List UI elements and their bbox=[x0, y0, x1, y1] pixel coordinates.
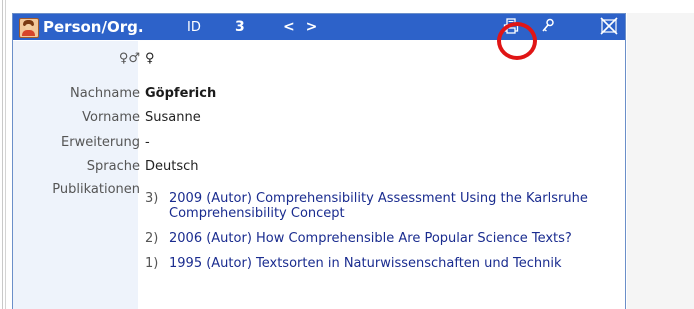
record-nav-arrows[interactable]: < > bbox=[283, 19, 320, 35]
publication-number: 2) bbox=[145, 231, 159, 246]
publication-item[interactable]: 3) 2009 (Autor) Comprehensibility Assess… bbox=[145, 191, 615, 221]
label-column bbox=[13, 41, 138, 309]
nachname-value: Göpferich bbox=[145, 86, 217, 101]
sprache-label: Sprache bbox=[86, 159, 140, 174]
person-avatar-icon bbox=[19, 18, 39, 38]
publication-list: 3) 2009 (Autor) Comprehensibility Assess… bbox=[145, 191, 615, 281]
erweiterung-label: Erweiterung bbox=[61, 135, 140, 150]
vorname-label: Vorname bbox=[82, 110, 140, 125]
publication-item[interactable]: 2) 2006 (Autor) How Comprehensible Are P… bbox=[145, 231, 615, 246]
close-icon[interactable] bbox=[600, 17, 618, 35]
publication-item[interactable]: 1) 1995 (Autor) Textsorten in Naturwisse… bbox=[145, 256, 615, 271]
publication-link[interactable]: 2006 (Autor) How Comprehensible Are Popu… bbox=[169, 231, 615, 246]
vorname-value: Susanne bbox=[145, 110, 201, 125]
publication-number: 1) bbox=[145, 256, 159, 271]
right-margin bbox=[627, 13, 694, 309]
gender-value: ♀ bbox=[145, 51, 155, 66]
publikationen-label: Publikationen bbox=[52, 182, 140, 197]
id-label: ID bbox=[187, 20, 201, 35]
erweiterung-value: - bbox=[145, 135, 150, 150]
nachname-label: Nachname bbox=[70, 86, 140, 101]
id-value: 3 bbox=[235, 19, 245, 35]
window-edge bbox=[0, 0, 12, 309]
publication-link[interactable]: 1995 (Autor) Textsorten in Naturwissensc… bbox=[169, 256, 615, 271]
publication-number: 3) bbox=[145, 191, 159, 206]
sprache-value: Deutsch bbox=[145, 159, 199, 174]
publication-link[interactable]: 2009 (Autor) Comprehensibility Assessmen… bbox=[169, 191, 615, 221]
gender-label: ♀♂ bbox=[118, 51, 140, 66]
highlight-circle bbox=[497, 22, 537, 60]
panel-title: Person/Org. bbox=[43, 18, 144, 36]
person-panel: Person/Org. ID 3 < > ♀♂ ♀ Nachname Göpfe… bbox=[12, 13, 626, 309]
key-icon[interactable] bbox=[541, 18, 555, 34]
